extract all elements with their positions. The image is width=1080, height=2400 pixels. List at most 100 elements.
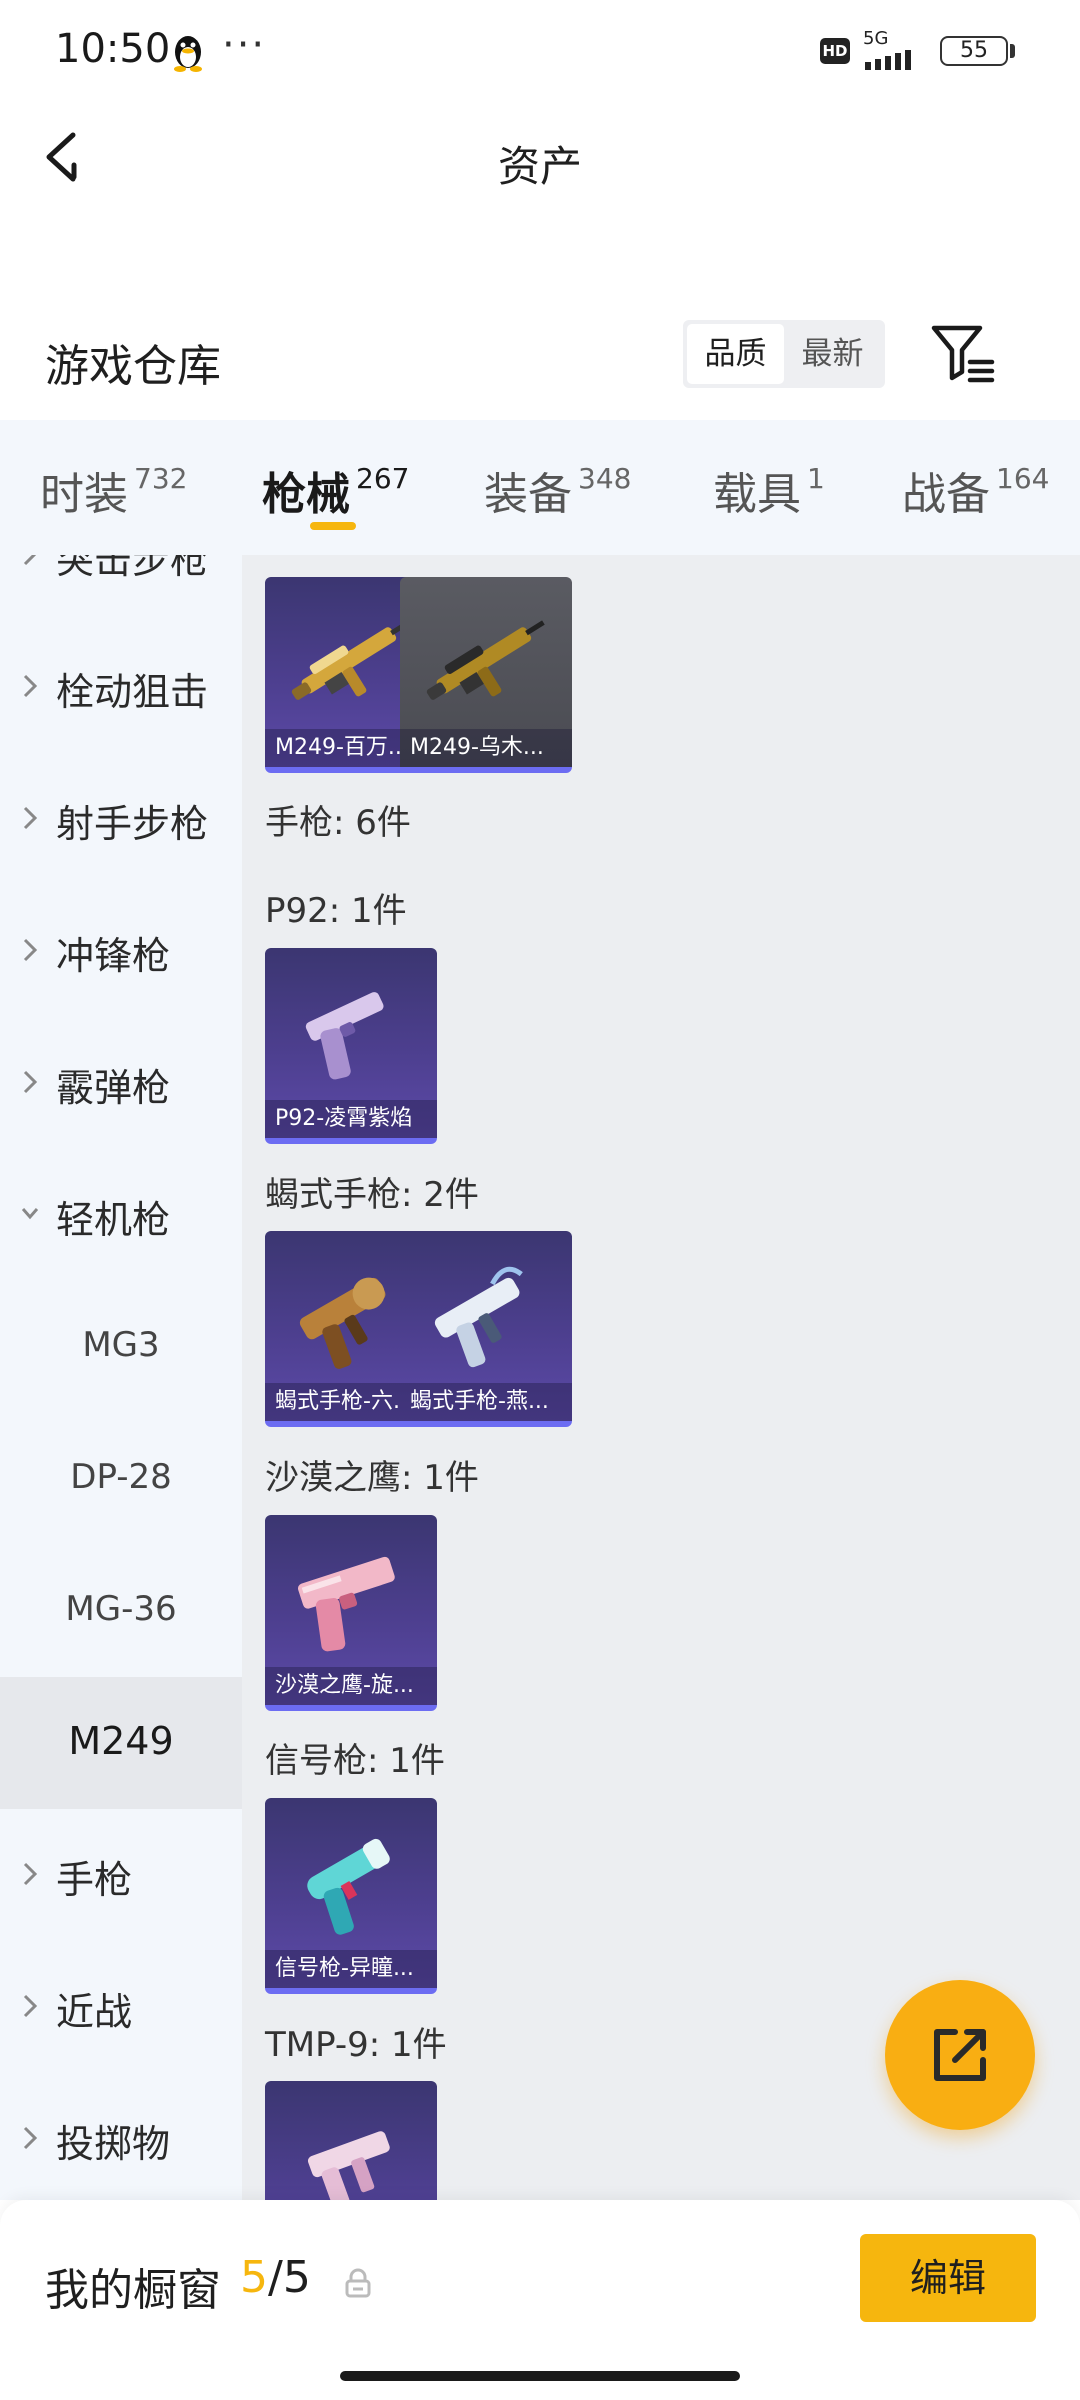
showcase-current: 5	[240, 2252, 268, 2303]
tab-firearms[interactable]: 枪械 267	[262, 458, 409, 522]
item-card-name: 蝎式手枪-燕...	[400, 1383, 572, 1421]
item-card-name: P92-凌霄紫焰	[265, 1100, 437, 1138]
external-link-icon	[934, 2029, 986, 2081]
chevron-right-icon	[23, 555, 37, 566]
chevron-right-icon	[23, 938, 38, 962]
sidebar-item-label: 投掷物	[56, 2122, 171, 2166]
smg-skin-icon	[307, 2131, 390, 2200]
weapon-group-header: 蝎式手枪: 2件	[265, 1175, 479, 1215]
sidebar-item-label: 手枪	[56, 1858, 133, 1902]
qq-penguin-icon	[174, 36, 202, 72]
tab-count: 164	[996, 462, 1050, 495]
sidebar-subitem-mg3[interactable]: MG3	[0, 1281, 242, 1413]
item-card[interactable]: M249-乌木...	[400, 577, 572, 773]
pistol-skin-icon	[297, 1556, 395, 1652]
sidebar-subitem-mg36[interactable]: MG-36	[0, 1545, 242, 1677]
item-card[interactable]: 沙漠之鹰-旋...	[265, 1515, 437, 1711]
sidebar-item-label: 栓动狙击	[56, 670, 209, 714]
more-notifications-icon: ···	[222, 22, 267, 68]
sidebar-subitem-dp28[interactable]: DP-28	[0, 1413, 242, 1545]
tab-combat-gear[interactable]: 战备 164	[902, 458, 1049, 522]
weapon-type-sidebar: 突击步枪 栓动狙击 射手步枪 冲锋枪 霰弹枪 轻机枪 MG3 DP-28 MG-…	[0, 555, 242, 2200]
sidebar-item-shotgun[interactable]: 霰弹枪	[0, 1017, 242, 1149]
tab-fashion[interactable]: 时装 732	[40, 458, 187, 522]
sidebar-item-label: 霰弹枪	[56, 1066, 171, 1110]
weapon-group-header: 信号枪: 1件	[265, 1741, 445, 1781]
showcase-total: /5	[268, 2252, 311, 2303]
showcase-bar: 我的橱窗 5/5 编辑	[0, 2200, 1080, 2400]
tab-label: 载具	[713, 469, 801, 520]
tab-label: 战备	[902, 469, 990, 520]
weapon-group-header: TMP-9: 1件	[265, 2025, 447, 2065]
lock-icon	[345, 2268, 371, 2298]
sidebar-item-lmg[interactable]: 轻机枪	[0, 1149, 242, 1281]
status-bar: 10:50 ··· HD 5G 55	[0, 0, 1080, 105]
weapon-group-header: P92: 1件	[265, 891, 407, 931]
sidebar-item-label: MG3	[82, 1325, 160, 1365]
share-fab-button[interactable]	[885, 1980, 1035, 2130]
status-time: 10:50	[55, 26, 171, 72]
item-card-name: 沙漠之鹰-旋...	[265, 1667, 437, 1705]
sort-quality-button[interactable]: 品质	[687, 324, 784, 384]
tab-count: 1	[807, 462, 825, 495]
sidebar-item-label: 轻机枪	[56, 1198, 171, 1242]
item-card[interactable]: P92-凌霄紫焰	[265, 948, 437, 1144]
sidebar-item-label: 突击步枪	[56, 555, 209, 582]
sidebar-subitem-m249[interactable]: M249	[0, 1677, 242, 1809]
chevron-right-icon	[23, 674, 38, 698]
item-card-name: 信号枪-异瞳...	[265, 1950, 437, 1988]
chevron-right-icon	[23, 1070, 38, 1094]
category-count-header: 手枪: 6件	[265, 803, 411, 843]
sidebar-item-bolt-sniper[interactable]: 栓动狙击	[0, 621, 242, 753]
sidebar-item-label: DP-28	[70, 1457, 172, 1497]
tab-vehicles[interactable]: 载具 1	[713, 458, 825, 522]
sidebar-item-pistol[interactable]: 手枪	[0, 1809, 242, 1941]
battery-cap	[1010, 44, 1015, 58]
lmg-skin-icon	[426, 620, 545, 700]
sidebar-item-melee[interactable]: 近战	[0, 1941, 242, 2073]
sidebar-item-throwables[interactable]: 投掷物	[0, 2073, 242, 2200]
category-tabs: 时装 732 枪械 267 装备 348 载具 1 战备 164	[0, 420, 1080, 555]
chevron-right-icon	[23, 2126, 38, 2150]
tab-label: 枪械	[262, 469, 350, 520]
tab-count: 732	[134, 462, 188, 495]
battery-icon: 55	[940, 36, 1008, 66]
sidebar-item-smg[interactable]: 冲锋枪	[0, 885, 242, 1017]
tab-label: 装备	[484, 469, 572, 520]
chevron-down-icon	[22, 1208, 38, 1220]
item-card[interactable]	[265, 2081, 437, 2200]
sidebar-item-marksman-rifle[interactable]: 射手步枪	[0, 753, 242, 885]
item-card[interactable]: 蝎式手枪-燕...	[400, 1231, 572, 1427]
chevron-right-icon	[23, 806, 38, 830]
flare-gun-skin-icon	[307, 1838, 390, 1935]
sidebar-item-assault-rifle[interactable]: 突击步枪	[0, 555, 242, 621]
item-card-name: M249-乌木...	[400, 729, 572, 767]
home-indicator[interactable]	[340, 2371, 740, 2381]
hd-badge: HD	[820, 38, 850, 64]
showcase-count: 5/5	[240, 2252, 311, 2303]
showcase-label: 我的橱窗	[45, 2265, 221, 2316]
network-type: 5G	[863, 28, 889, 49]
battery-level: 55	[960, 38, 988, 63]
tab-equipment[interactable]: 装备 348	[484, 458, 631, 522]
weapon-group-header: 沙漠之鹰: 1件	[265, 1458, 479, 1498]
sidebar-item-label: 近战	[56, 1990, 133, 2034]
pistol-skin-icon	[305, 992, 384, 1080]
machine-pistol-skin-icon	[434, 1266, 523, 1368]
chevron-right-icon	[23, 1994, 38, 2018]
tab-count: 267	[356, 462, 410, 495]
sidebar-item-label: M249	[68, 1719, 174, 1763]
filter-icon[interactable]	[930, 322, 996, 386]
sort-newest-button[interactable]: 最新	[784, 324, 881, 384]
active-tab-indicator	[310, 522, 356, 530]
chevron-right-icon	[23, 1862, 38, 1886]
warehouse-title: 游戏仓库	[45, 341, 221, 392]
top-nav: 资产	[0, 105, 1080, 210]
sort-toggle: 品质 最新	[683, 320, 885, 388]
item-grid: M249-百万... M249-乌木... 手枪: 6件 P92: 1件 P92…	[242, 555, 1080, 2200]
signal-icon	[865, 50, 911, 70]
tab-label: 时装	[40, 469, 128, 520]
item-card[interactable]: 信号枪-异瞳...	[265, 1798, 437, 1994]
edit-button[interactable]: 编辑	[860, 2234, 1036, 2322]
sidebar-item-label: 射手步枪	[56, 802, 209, 846]
